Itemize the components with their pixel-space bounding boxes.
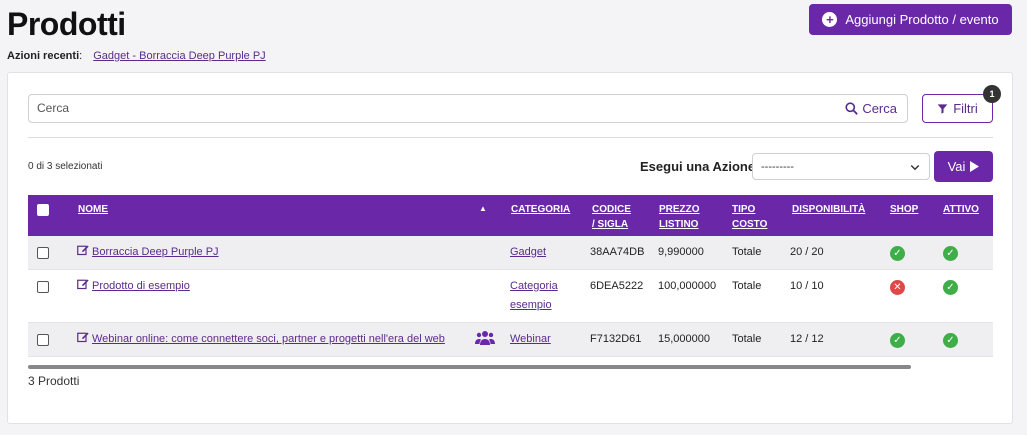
table-row: Webinar online: come connettere soci, pa… [28, 323, 993, 357]
search-input[interactable] [37, 101, 817, 115]
product-link[interactable]: Webinar online: come connettere soci, pa… [92, 333, 445, 345]
play-icon [970, 161, 980, 172]
recent-actions: Azioni recenti: Gadget - Borraccia Deep … [7, 50, 266, 62]
chevron-down-icon [910, 164, 920, 171]
price: 9,990000 [658, 246, 704, 258]
go-button[interactable]: Vai [934, 151, 993, 182]
edit-icon[interactable] [77, 278, 89, 290]
x-circle-icon: ✕ [890, 280, 905, 295]
recent-actions-label: Azioni recenti [7, 50, 80, 62]
search-button-label: Cerca [862, 101, 897, 116]
product-name: Webinar online: come connettere soci, pa… [77, 330, 445, 349]
recent-actions-separator: : [79, 50, 83, 62]
select-all-checkbox[interactable] [37, 204, 49, 216]
page-title: Prodotti [7, 6, 126, 42]
action-select[interactable]: --------- [752, 153, 930, 180]
category: Categoria esempio [510, 277, 558, 315]
table-header: NOME ▲ CATEGORIA CODICE / SIGLA PREZZO LIS… [28, 195, 993, 236]
header-prezzo[interactable]: PREZZO LISTINO [659, 202, 700, 232]
cost-type: Totale [732, 246, 762, 258]
check-circle-icon: ✓ [943, 246, 958, 261]
header-nome[interactable]: NOME [78, 202, 108, 217]
recent-action-link[interactable]: Gadget - Borraccia Deep Purple PJ [93, 50, 265, 62]
search-button[interactable]: Cerca [845, 101, 897, 116]
product-link[interactable]: Prodotto di esempio [92, 280, 190, 292]
header-attivo[interactable]: ATTIVO [943, 202, 979, 217]
header-codice[interactable]: CODICE / SIGLA [592, 202, 631, 232]
product-name: Prodotto di esempio [77, 277, 190, 296]
product-link[interactable]: Borraccia Deep Purple PJ [92, 246, 219, 258]
header-disponibilita[interactable]: DISPONIBILITÀ [792, 202, 865, 217]
filters-count-badge: 1 [983, 85, 1001, 103]
table-row: Borraccia Deep Purple PJ Gadget 38AA74DB… [28, 236, 993, 270]
users-icon [475, 331, 495, 345]
check-circle-icon: ✓ [890, 333, 905, 348]
products-card: Cerca Filtri 1 0 di 3 selezionati Esegui… [7, 72, 1013, 424]
category: Gadget [510, 243, 546, 262]
filters-label: Filtri [953, 101, 978, 116]
add-product-label: Aggiungi Prodotto / evento [845, 12, 999, 27]
cost-type: Totale [732, 333, 762, 345]
plus-circle-icon: + [822, 12, 838, 27]
category-link[interactable]: Gadget [510, 246, 546, 258]
header-shop[interactable]: SHOP [890, 202, 918, 217]
row-checkbox[interactable] [37, 281, 49, 293]
check-circle-icon: ✓ [943, 333, 958, 348]
check-circle-icon: ✓ [943, 280, 958, 295]
divider [28, 137, 993, 138]
go-label: Vai [947, 159, 966, 174]
category-link[interactable]: Categoria esempio [510, 280, 558, 311]
category: Webinar [510, 330, 551, 349]
products-table: NOME ▲ CATEGORIA CODICE / SIGLA PREZZO LIS… [28, 195, 993, 357]
add-product-button[interactable]: + Aggiungi Prodotto / evento [809, 4, 1012, 35]
availability: 20 / 20 [790, 246, 824, 258]
cost-type: Totale [732, 280, 762, 292]
code: F7132D61 [590, 333, 642, 345]
price: 15,000000 [658, 333, 710, 345]
edit-icon[interactable] [77, 244, 89, 256]
code: 6DEA5222 [590, 280, 644, 292]
filter-icon [937, 104, 948, 114]
product-name: Borraccia Deep Purple PJ [77, 243, 219, 262]
row-checkbox[interactable] [37, 247, 49, 259]
header-tipo[interactable]: TIPO COSTO [732, 202, 767, 232]
availability: 12 / 12 [790, 333, 824, 345]
code: 38AA74DB [590, 246, 645, 258]
search-icon [845, 102, 859, 115]
availability: 10 / 10 [790, 280, 824, 292]
action-label: Esegui una Azione: [640, 159, 760, 174]
total-count: 3 Prodotti [28, 374, 80, 388]
horizontal-scrollbar[interactable] [28, 365, 911, 369]
price: 100,000000 [658, 280, 717, 292]
edit-icon[interactable] [77, 331, 89, 343]
filters-button[interactable]: Filtri [922, 94, 993, 123]
sort-asc-icon[interactable]: ▲ [479, 204, 487, 213]
table-row: Prodotto di esempio Categoria esempio 6DE… [28, 270, 993, 323]
category-link[interactable]: Webinar [510, 333, 551, 345]
action-select-value: --------- [761, 160, 794, 173]
selection-count: 0 di 3 selezionati [28, 161, 103, 172]
check-circle-icon: ✓ [890, 246, 905, 261]
search-box: Cerca [28, 94, 908, 123]
header-categoria[interactable]: CATEGORIA [511, 202, 570, 217]
row-checkbox[interactable] [37, 334, 49, 346]
